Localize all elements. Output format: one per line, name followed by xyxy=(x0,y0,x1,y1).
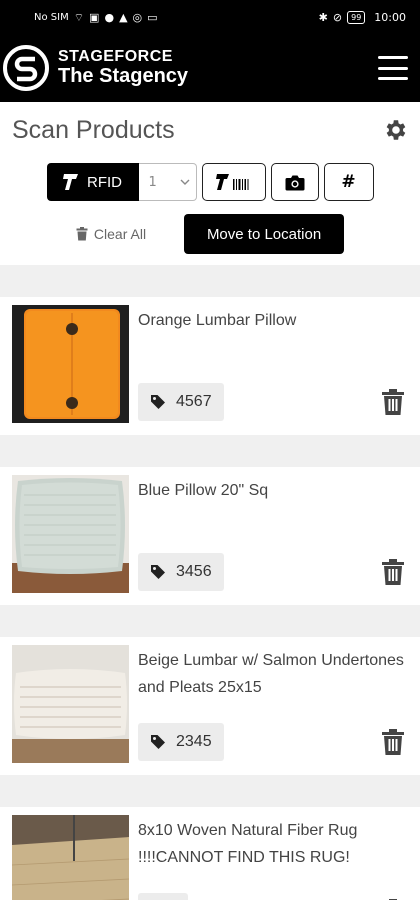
stageforce-logo-icon xyxy=(3,45,49,91)
product-name: Blue Pillow 20" Sq xyxy=(138,482,269,499)
status-bar: No SIM ⌔ ▣ ● ▲ ◎ ▭ ✱ ⊘ 99 10:00 xyxy=(0,0,420,34)
brand-name: STAGEFORCE xyxy=(58,48,173,65)
tag-icon xyxy=(151,735,165,749)
clear-all-button[interactable]: Clear All xyxy=(76,226,146,242)
list-item[interactable]: Orange Lumbar Pillow 4567 xyxy=(0,297,420,435)
product-list: Orange Lumbar Pillow 4567 Blue Pillow 20… xyxy=(0,265,420,900)
app-header: STAGEFORCE The Stagency xyxy=(0,34,420,102)
delete-icon[interactable] xyxy=(382,729,404,755)
cast-icon: ▲ xyxy=(119,10,128,24)
message-icon: ▭ xyxy=(147,10,158,24)
rfid-button[interactable]: RFID xyxy=(46,163,139,201)
carrier-text: No SIM xyxy=(34,11,69,23)
tag-chip: 3456 xyxy=(138,553,224,591)
barcode-scanner-icon xyxy=(215,174,248,190)
mute-icon: ⊘ xyxy=(332,10,343,24)
list-item[interactable]: Beige Lumbar w/ Salmon Undertones and Pl… xyxy=(0,637,420,775)
list-item[interactable]: 8x10 Woven Natural Fiber Rug !!!!CANNOT … xyxy=(0,807,420,900)
hamburger-menu-icon[interactable] xyxy=(378,56,408,80)
manual-entry-button[interactable]: # xyxy=(323,163,374,201)
move-to-location-button[interactable]: Move to Location xyxy=(184,214,345,254)
tag-chip xyxy=(138,893,188,900)
tag-number: 4567 xyxy=(176,393,212,410)
quantity-select[interactable]: 1 xyxy=(138,163,197,201)
chevron-down-icon xyxy=(180,179,189,185)
tag-number: 3456 xyxy=(176,563,212,580)
page-title: Scan Products xyxy=(12,115,175,144)
battery-indicator: 99 xyxy=(347,10,366,24)
trash-icon xyxy=(76,227,88,241)
settings-status-icon: ● xyxy=(104,10,115,24)
action-row: Clear All Move to Location xyxy=(12,214,408,254)
product-image-beige-pillow xyxy=(12,645,129,763)
product-name: Beige Lumbar w/ Salmon Undertones and Pl… xyxy=(138,652,404,696)
camera-icon xyxy=(285,175,304,190)
product-name: Orange Lumbar Pillow xyxy=(138,312,297,329)
clock: 10:00 xyxy=(374,10,406,24)
list-item[interactable]: Blue Pillow 20" Sq 3456 xyxy=(0,467,420,605)
quantity-value: 1 xyxy=(148,174,157,190)
delete-icon[interactable] xyxy=(382,559,404,585)
tag-icon xyxy=(151,565,165,579)
brand-subtitle: The Stagency xyxy=(58,65,189,87)
notification-icon: ▣ xyxy=(89,10,100,24)
scan-panel: Scan Products RFID 1 # Clear All Move to… xyxy=(0,102,420,265)
tag-icon xyxy=(151,395,165,409)
barcode-scan-button[interactable] xyxy=(201,163,266,201)
camera-scan-button[interactable] xyxy=(270,163,319,201)
product-image-orange-pillow xyxy=(12,305,129,423)
whatsapp-icon: ◎ xyxy=(132,10,143,24)
clear-all-label: Clear All xyxy=(93,226,147,242)
scan-toolbar: RFID 1 # xyxy=(12,162,408,202)
delete-icon[interactable] xyxy=(382,389,404,415)
gear-icon[interactable] xyxy=(382,117,408,143)
brand: STAGEFORCE The Stagency xyxy=(2,44,188,92)
rfid-scanner-icon xyxy=(63,174,78,190)
hash-icon: # xyxy=(341,172,356,192)
tag-number: 2345 xyxy=(176,733,212,750)
wifi-icon: ⌔ xyxy=(73,10,85,24)
tag-chip: 2345 xyxy=(138,723,224,761)
bluetooth-icon: ✱ xyxy=(318,10,328,24)
product-name: 8x10 Woven Natural Fiber Rug !!!!CANNOT … xyxy=(138,822,358,866)
rfid-label: RFID xyxy=(87,173,122,191)
product-image-blue-pillow xyxy=(12,475,129,593)
product-image-rug xyxy=(12,815,129,900)
tag-chip: 4567 xyxy=(138,383,224,421)
